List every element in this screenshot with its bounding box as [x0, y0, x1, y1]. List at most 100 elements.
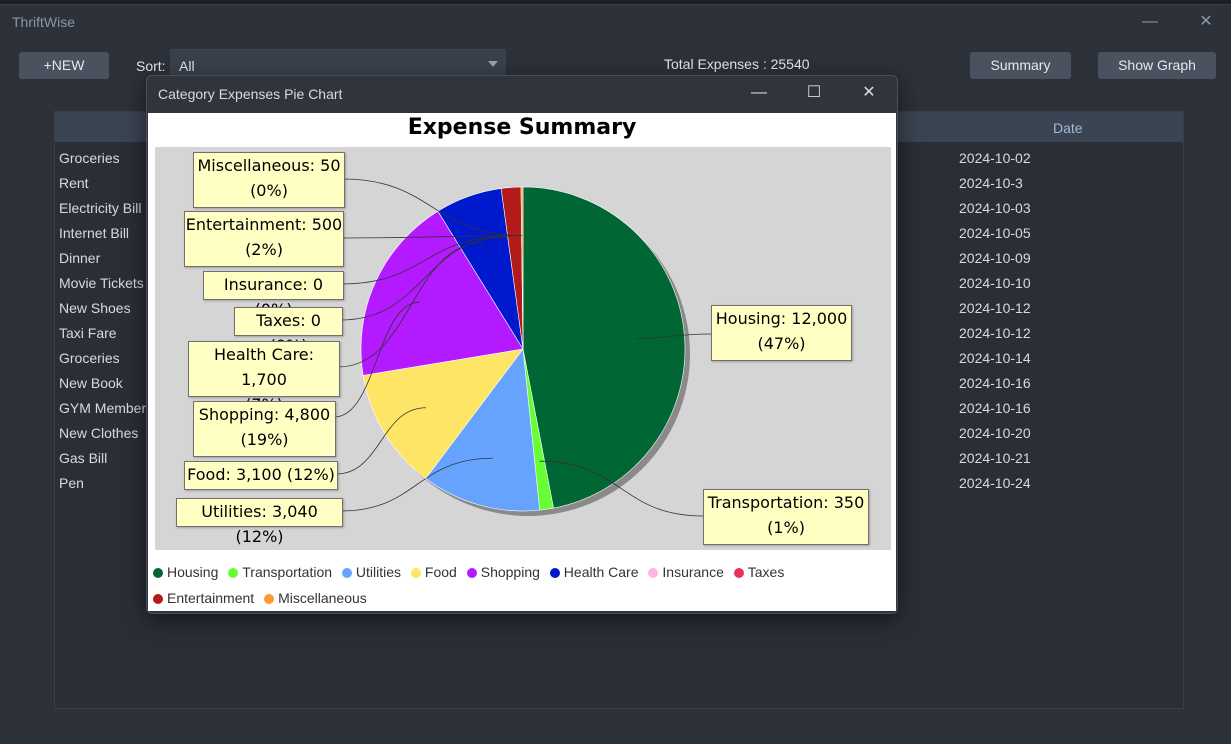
label-line: Transportation: 350	[707, 493, 865, 512]
expense-date: 2024-10-3	[959, 175, 1023, 191]
legend-item: Entertainment	[153, 585, 254, 611]
expense-name: Electricity Bill	[59, 200, 142, 216]
slice-label: Taxes: 0 (0%)	[234, 307, 343, 355]
total-expenses: Total Expenses : 25540	[664, 56, 810, 72]
label-pct: (47%)	[757, 334, 806, 353]
legend-label: Miscellaneous	[278, 590, 367, 606]
slice-label: Entertainment: 500 (2%)	[184, 211, 344, 267]
slice-label: Utilities: 3,040 (12%)	[176, 498, 343, 546]
pie-chart-dialog: Category Expenses Pie Chart — ☐ ✕ Expens…	[146, 75, 898, 614]
legend-marker	[549, 568, 560, 578]
expense-date: 2024-10-05	[959, 225, 1031, 241]
minimize-icon[interactable]: —	[744, 80, 774, 106]
expense-date: 2024-10-02	[959, 150, 1031, 166]
chevron-down-icon	[488, 61, 498, 67]
close-icon[interactable]: ✕	[854, 80, 884, 106]
label-pct: (19%)	[240, 430, 289, 449]
legend-marker	[466, 568, 477, 578]
legend-item: Health Care	[549, 559, 639, 585]
legend-marker	[153, 594, 163, 604]
expense-name: Dinner	[59, 250, 101, 266]
legend-item: Shopping	[466, 559, 540, 585]
minimize-icon[interactable]: —	[1138, 11, 1162, 33]
legend-marker	[341, 568, 352, 578]
label-line: Housing: 12,000	[715, 309, 848, 328]
close-icon[interactable]: ✕	[1194, 11, 1218, 33]
expense-name: New Clothes	[59, 425, 139, 441]
label-line: Health Care: 1,700	[213, 345, 315, 389]
label-line: Entertainment: 500	[185, 215, 343, 234]
expense-date: 2024-10-10	[959, 275, 1031, 291]
legend-label: Health Care	[563, 564, 639, 580]
expense-date: 2024-10-21	[959, 450, 1031, 466]
dialog-title: Category Expenses Pie Chart	[158, 86, 343, 102]
legend-marker	[264, 594, 275, 604]
expense-name: Taxi Fare	[59, 325, 117, 341]
legend-label: Utilities	[355, 564, 402, 580]
label-pct: (2%)	[245, 240, 283, 259]
legend-label: Insurance	[662, 564, 724, 580]
plot-area: Miscellaneous: 50 (0%) Entertainment: 50…	[155, 147, 891, 550]
new-button[interactable]: +NEW	[19, 52, 109, 79]
expense-name: GYM Member	[59, 400, 147, 416]
expense-name: New Shoes	[59, 300, 131, 316]
legend-item: Utilities	[341, 559, 402, 585]
expense-name: Internet Bill	[59, 225, 130, 241]
legend-item: Miscellaneous	[264, 585, 367, 611]
expense-name: Gas Bill	[59, 450, 108, 466]
legend-item: Insurance	[648, 559, 724, 585]
title-bar: ThriftWise — ✕	[0, 5, 1231, 39]
expense-name: Groceries	[59, 350, 120, 366]
expense-date: 2024-10-12	[959, 300, 1031, 316]
expense-date: 2024-10-16	[959, 400, 1031, 416]
legend-item: Transportation	[228, 559, 332, 585]
expense-date: 2024-10-12	[959, 325, 1031, 341]
sort-value: All	[179, 58, 195, 74]
slice-label: Housing: 12,000 (47%)	[711, 305, 852, 361]
expense-date: 2024-10-24	[959, 475, 1031, 491]
legend-marker	[648, 568, 659, 578]
maximize-icon[interactable]: ☐	[799, 80, 829, 106]
legend-item: Food	[410, 559, 457, 585]
legend-label: Transportation	[242, 564, 333, 580]
slice-label: Shopping: 4,800 (19%)	[193, 401, 336, 457]
expense-name: New Book	[59, 375, 123, 391]
expense-date: 2024-10-20	[959, 425, 1031, 441]
label-line: Shopping: 4,800	[198, 405, 331, 424]
chart-legend: Housing Transportation Utilities Food Sh…	[153, 559, 893, 611]
slice-label: Transportation: 350 (1%)	[703, 489, 869, 545]
chart-title: Expense Summary	[407, 115, 637, 140]
legend-label: Taxes	[747, 564, 785, 580]
summary-button[interactable]: Summary	[970, 52, 1071, 79]
expense-date: 2024-10-16	[959, 375, 1031, 391]
date-column-header[interactable]: Date	[1053, 120, 1083, 136]
legend-marker	[228, 568, 239, 578]
chart-panel: Expense Summary Miscellaneous: 50 (0%) E…	[148, 113, 896, 611]
slice-label: Miscellaneous: 50 (0%)	[193, 152, 345, 208]
legend-marker	[410, 568, 421, 578]
label-pct: (1%)	[767, 518, 805, 537]
show-graph-button[interactable]: Show Graph	[1098, 52, 1216, 79]
sort-label: Sort:	[136, 58, 166, 74]
legend-marker	[733, 568, 744, 578]
expense-name: Movie Tickets	[59, 275, 144, 291]
expense-name: Groceries	[59, 150, 120, 166]
label-pct: (0%)	[250, 181, 288, 200]
expense-name: Rent	[59, 175, 89, 191]
legend-marker	[153, 568, 163, 578]
expense-date: 2024-10-14	[959, 350, 1031, 366]
legend-label: Shopping	[480, 564, 540, 580]
legend-label: Housing	[167, 564, 219, 580]
legend-label: Entertainment	[167, 590, 255, 606]
expense-name: Pen	[59, 475, 84, 491]
legend-item: Taxes	[733, 559, 785, 585]
label-line: Miscellaneous: 50	[197, 156, 341, 175]
legend-label: Food	[424, 564, 457, 580]
slice-label: Food: 3,100 (12%)	[184, 461, 338, 490]
expense-date: 2024-10-03	[959, 200, 1031, 216]
slice-label: Health Care: 1,700 (7%)	[188, 341, 340, 414]
app-title: ThriftWise	[12, 14, 75, 30]
pie-slice-housing	[522, 186, 686, 509]
legend-item: Housing	[153, 559, 218, 585]
slice-label: Insurance: 0 (0%)	[203, 271, 344, 319]
